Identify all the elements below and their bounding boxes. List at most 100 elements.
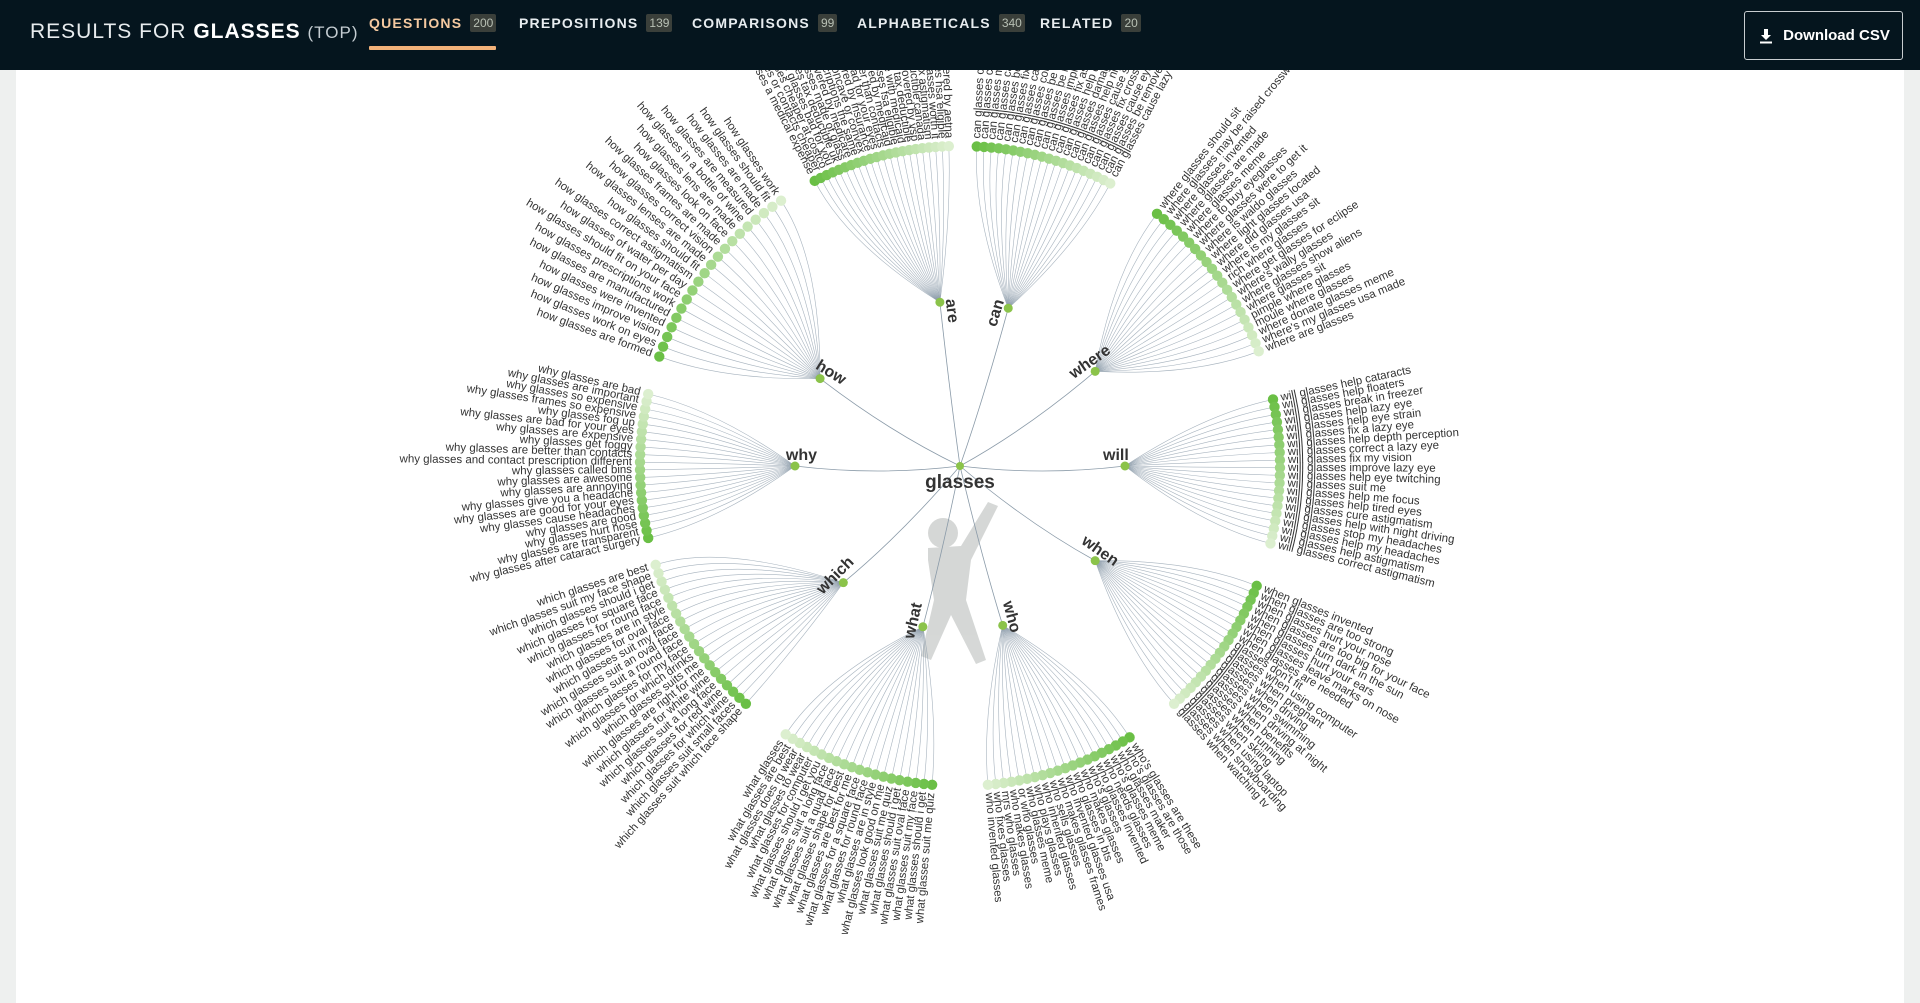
leaf-node[interactable] [727, 235, 738, 247]
leaf-node[interactable] [712, 251, 724, 262]
leaf-node[interactable] [681, 294, 692, 305]
leaf-node[interactable] [719, 243, 731, 255]
leaf-link [648, 393, 796, 467]
leaf-link [867, 626, 924, 773]
leaf-node[interactable] [643, 388, 654, 400]
tab-count-badge: 200 [470, 14, 497, 32]
leaf-node[interactable] [1168, 698, 1180, 710]
tab-label: QUESTIONS [369, 15, 463, 31]
tab-label: COMPARISONS [692, 15, 810, 31]
leaf-link [813, 626, 924, 751]
branch-label-how: how [813, 357, 850, 389]
leaf-link [686, 299, 821, 379]
leaf-link [726, 582, 844, 686]
leaf-link [1124, 465, 1281, 469]
leaf-link [1124, 399, 1274, 467]
tab-label: ALPHABETICALS [857, 15, 991, 31]
leaf-link [1094, 560, 1216, 660]
leaf-node[interactable] [767, 201, 778, 212]
leaf-link [1094, 560, 1175, 705]
download-icon [1760, 28, 1773, 43]
leaf-link [832, 172, 941, 303]
tab-prepositions[interactable]: PREPOSITIONS 139 [519, 0, 673, 70]
leaf-node[interactable] [699, 267, 710, 279]
leaf-link [667, 336, 821, 379]
leaf-link [1124, 465, 1273, 537]
leaf-link [643, 465, 796, 516]
results-prefix: RESULTS FOR [30, 20, 187, 43]
leaf-node[interactable] [1253, 346, 1264, 357]
leaf-link [875, 626, 924, 775]
leaf-node[interactable] [775, 195, 787, 206]
leaf-node[interactable] [982, 779, 994, 790]
leaf-link [1007, 165, 1071, 309]
leaf-link [1002, 625, 1110, 750]
leaf-link [698, 281, 821, 379]
tab-count-badge: 20 [1121, 14, 1141, 32]
tab-related[interactable]: RELATED 20 [1040, 0, 1141, 70]
leaf-link [986, 625, 1003, 785]
leaf-node[interactable] [657, 341, 669, 352]
leaf-link [1007, 162, 1064, 309]
leaf-node[interactable] [693, 276, 704, 287]
leaf-link [785, 626, 924, 735]
leaf-link [1124, 465, 1271, 544]
leaf-link [1002, 625, 1081, 763]
top-bar: RESULTS FOR GLASSES (TOP) QUESTIONS 200 … [0, 0, 1920, 70]
leaf-node[interactable] [705, 259, 717, 271]
leaf-node[interactable] [742, 221, 753, 232]
leaf-link [1095, 560, 1248, 608]
leaf-link [1002, 625, 1088, 760]
leaf-node[interactable] [654, 351, 665, 362]
tab-questions[interactable]: QUESTIONS 200 [369, 0, 497, 70]
leaf-link [1008, 183, 1111, 309]
leaf-node[interactable] [758, 207, 770, 219]
leaf-node[interactable] [780, 729, 791, 740]
leaf-link [724, 248, 821, 379]
leaf-node[interactable] [661, 331, 673, 343]
leaf-node[interactable] [750, 214, 761, 225]
leaf-node[interactable] [734, 228, 746, 239]
branch-link [794, 465, 961, 472]
leaf-link [1095, 560, 1241, 621]
question-wheel: glassesareare glasses a medical expensea… [398, 70, 1459, 937]
leaf-node[interactable] [687, 285, 698, 296]
download-csv-button[interactable]: Download CSV [1744, 11, 1903, 60]
leaf-link [851, 626, 924, 768]
branch-label-why: why [785, 447, 817, 464]
leaf-node[interactable] [671, 312, 682, 324]
tab-label: RELATED [1040, 15, 1114, 31]
leaf-node[interactable] [676, 303, 687, 314]
leaf-link [836, 626, 924, 762]
leaf-node[interactable] [650, 559, 661, 571]
leaf-link [763, 212, 821, 379]
branch-label-will: will [1102, 447, 1129, 464]
leaf-node[interactable] [943, 140, 955, 152]
branch-label-where: where [1065, 342, 1114, 383]
tab-count-badge: 99 [817, 14, 838, 32]
leaf-link [1095, 560, 1229, 641]
leaf-link [1002, 625, 1051, 774]
leaf-link [939, 146, 944, 303]
leaf-link [1095, 560, 1257, 587]
leaf-link [806, 626, 924, 748]
leaf-link [915, 626, 924, 783]
leaf-node[interactable] [1265, 538, 1276, 549]
branch-link [959, 308, 1009, 467]
leaf-link [1094, 560, 1221, 653]
leaf-link [739, 582, 844, 699]
tab-label: PREPOSITIONS [519, 15, 639, 31]
leaf-link [1095, 296, 1232, 372]
leaf-node[interactable] [1105, 178, 1116, 189]
tab-alphabeticals[interactable]: ALPHABETICALS 340 [857, 0, 1025, 70]
tab-comparisons[interactable]: COMPARISONS 99 [692, 0, 838, 70]
leaf-link [902, 151, 941, 303]
person-silhouette [921, 502, 998, 664]
leaf-link [640, 465, 796, 471]
leaf-link [640, 461, 796, 467]
leaf-link [646, 401, 796, 467]
leaf-link [755, 219, 821, 379]
leaf-node[interactable] [666, 322, 677, 333]
leaf-link [915, 149, 941, 303]
center-label: glasses [925, 472, 995, 493]
